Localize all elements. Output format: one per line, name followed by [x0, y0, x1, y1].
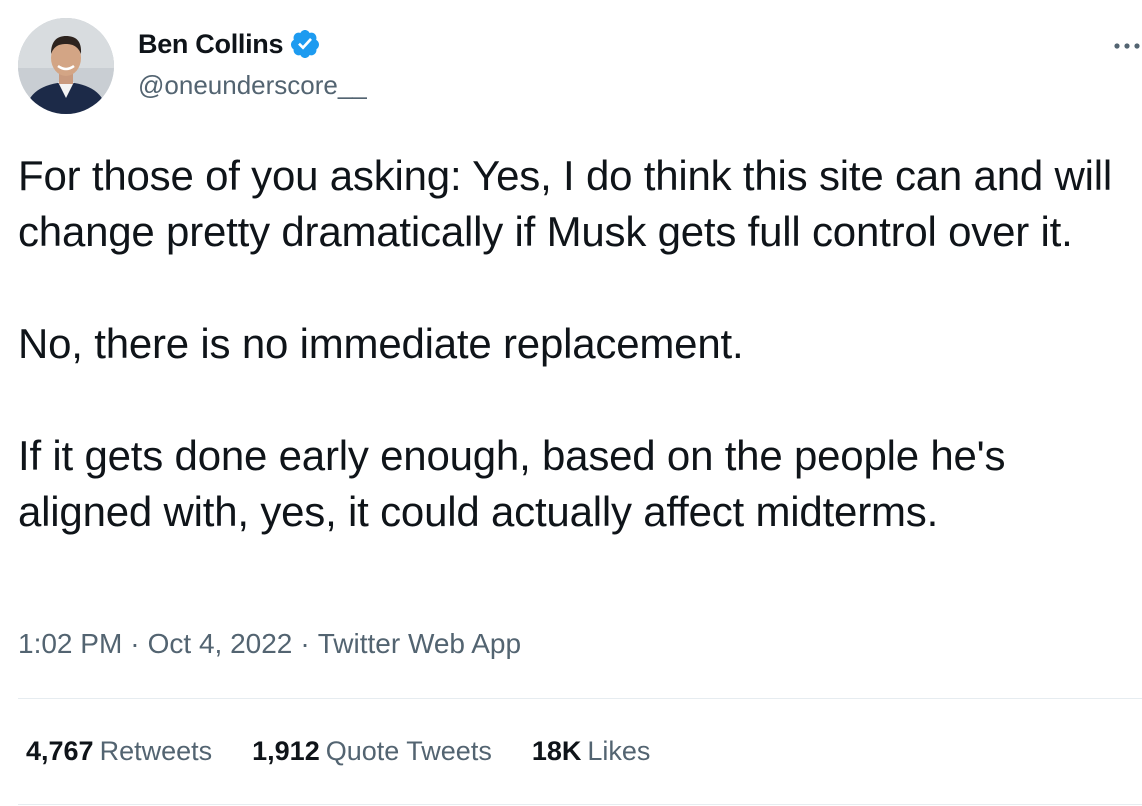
- tweet-source[interactable]: Twitter Web App: [318, 628, 521, 659]
- author-handle[interactable]: @oneunderscore__: [138, 70, 367, 101]
- tweet-card: Ben Collins @oneunderscore__ For those o…: [0, 0, 1142, 806]
- quote-tweets-label: Quote Tweets: [325, 736, 492, 766]
- tweet-paragraph: No, there is no immediate replacement.: [18, 320, 744, 367]
- tweet-time[interactable]: 1:02 PM: [18, 628, 122, 659]
- divider: [18, 804, 1142, 805]
- retweets-label: Retweets: [99, 736, 213, 766]
- avatar[interactable]: [18, 18, 114, 114]
- meta-separator: ·: [130, 628, 140, 659]
- tweet-metadata: 1:02 PM · Oct 4, 2022 · Twitter Web App: [18, 628, 521, 660]
- verified-badge-icon: [289, 28, 321, 60]
- meta-separator: ·: [300, 628, 310, 659]
- likes-label: Likes: [587, 736, 651, 766]
- author-name-text[interactable]: Ben Collins: [138, 29, 284, 60]
- likes-stat[interactable]: 18K Likes: [532, 736, 651, 767]
- more-options-icon[interactable]: [1112, 36, 1142, 56]
- quote-tweets-stat[interactable]: 1,912 Quote Tweets: [252, 736, 492, 767]
- tweet-paragraph: If it gets done early enough, based on t…: [18, 432, 1006, 535]
- tweet-date[interactable]: Oct 4, 2022: [148, 628, 293, 659]
- tweet-text: For those of you asking: Yes, I do think…: [18, 148, 1128, 540]
- quote-tweets-count: 1,912: [252, 736, 320, 766]
- divider: [18, 698, 1142, 699]
- tweet-stats: 4,767 Retweets 1,912 Quote Tweets 18K Likes: [26, 736, 690, 767]
- author-name[interactable]: Ben Collins: [138, 28, 321, 60]
- retweets-stat[interactable]: 4,767 Retweets: [26, 736, 212, 767]
- avatar-image: [18, 18, 114, 114]
- tweet-paragraph: For those of you asking: Yes, I do think…: [18, 152, 1113, 255]
- likes-count: 18K: [531, 736, 582, 766]
- retweets-count: 4,767: [26, 736, 94, 766]
